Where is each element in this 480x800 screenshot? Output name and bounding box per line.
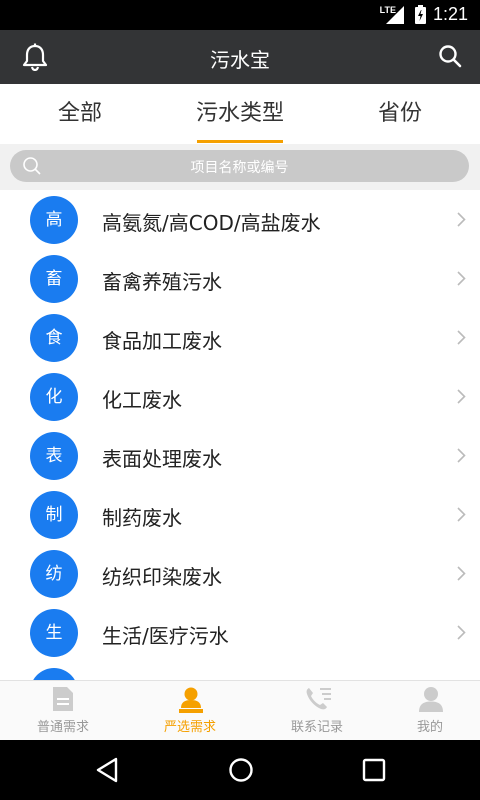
- category-label: 纺织印染废水: [102, 565, 222, 589]
- search-area: 项目名称或编号: [0, 144, 480, 190]
- category-badge: 化: [30, 373, 78, 421]
- nav-label: 我的: [416, 720, 443, 735]
- list-item[interactable]: 高 高氨氮/高COD/高盐废水: [0, 190, 480, 249]
- category-badge: 纺: [30, 550, 78, 598]
- category-label: 畜禽养殖污水: [102, 270, 222, 294]
- list-item[interactable]: 纺 纺织印染废水: [0, 544, 480, 603]
- category-label: 高氨氮/高COD/高盐废水: [102, 211, 321, 235]
- nav-label: 联系记录: [290, 720, 343, 735]
- tab-province[interactable]: 省份: [340, 84, 460, 144]
- search-input[interactable]: 项目名称或编号: [10, 150, 469, 182]
- app-header: 污水宝: [0, 30, 480, 84]
- system-nav-bar: [0, 740, 480, 800]
- list-item[interactable]: 生 生活/医疗污水: [0, 603, 480, 662]
- category-label: 化工废水: [102, 388, 182, 412]
- nav-label: 普通需求: [36, 720, 89, 735]
- clock: 1:21: [432, 4, 468, 24]
- back-icon[interactable]: [94, 756, 120, 784]
- search-placeholder: 项目名称或编号: [190, 160, 289, 176]
- chevron-right-icon: [457, 389, 466, 404]
- nav-contact-records[interactable]: 联系记录: [257, 681, 377, 741]
- home-icon[interactable]: [227, 756, 255, 784]
- category-badge: [30, 668, 78, 680]
- search-icon[interactable]: [438, 44, 462, 68]
- list-item[interactable]: 畜 畜禽养殖污水: [0, 249, 480, 308]
- tab-bar: 全部 污水类型 省份: [0, 84, 480, 144]
- category-badge: 制: [30, 491, 78, 539]
- nav-normal-demand[interactable]: 普通需求: [3, 681, 123, 741]
- category-label: 制药废水: [102, 506, 182, 530]
- chevron-right-icon: [457, 212, 466, 227]
- chevron-right-icon: [457, 566, 466, 581]
- app-title: 污水宝: [210, 48, 270, 72]
- nav-label: 严选需求: [163, 720, 216, 735]
- category-badge: 高: [30, 196, 78, 244]
- nav-mine[interactable]: 我的: [370, 681, 480, 741]
- bottom-nav: 普通需求 严选需求 联系记录 我的: [0, 680, 480, 741]
- person-badge-icon: [179, 687, 203, 713]
- list-item[interactable]: 化 化工废水: [0, 367, 480, 426]
- chevron-right-icon: [457, 271, 466, 286]
- signal-icon: [386, 6, 404, 24]
- user-icon: [419, 687, 443, 712]
- active-tab-indicator: [197, 140, 283, 143]
- category-list: 高 高氨氮/高COD/高盐废水 畜 畜禽养殖污水 食 食品加工废水 化 化工废水…: [0, 190, 480, 680]
- category-label: 表面处理废水: [102, 447, 222, 471]
- chevron-right-icon: [457, 507, 466, 522]
- chevron-right-icon: [457, 330, 466, 345]
- category-badge: 食: [30, 314, 78, 362]
- recents-icon[interactable]: [361, 756, 387, 784]
- category-label: 生活/医疗污水: [102, 624, 229, 648]
- tab-all[interactable]: 全部: [20, 84, 140, 144]
- phone-list-icon: [306, 688, 331, 710]
- list-item[interactable]: [0, 662, 480, 680]
- status-bar: LTE 1:21: [0, 0, 480, 30]
- chevron-right-icon: [457, 448, 466, 463]
- document-icon: [53, 687, 73, 711]
- chevron-right-icon: [457, 625, 466, 640]
- list-item[interactable]: 制 制药废水: [0, 485, 480, 544]
- nav-selected-demand[interactable]: 严选需求: [130, 681, 250, 741]
- list-item[interactable]: 表 表面处理废水: [0, 426, 480, 485]
- battery-icon: [415, 5, 426, 24]
- list-item[interactable]: 食 食品加工废水: [0, 308, 480, 367]
- tab-wastewater-type[interactable]: 污水类型: [180, 84, 300, 144]
- category-badge: 表: [30, 432, 78, 480]
- category-badge: 畜: [30, 255, 78, 303]
- category-label: 食品加工废水: [102, 329, 222, 353]
- category-badge: 生: [30, 609, 78, 657]
